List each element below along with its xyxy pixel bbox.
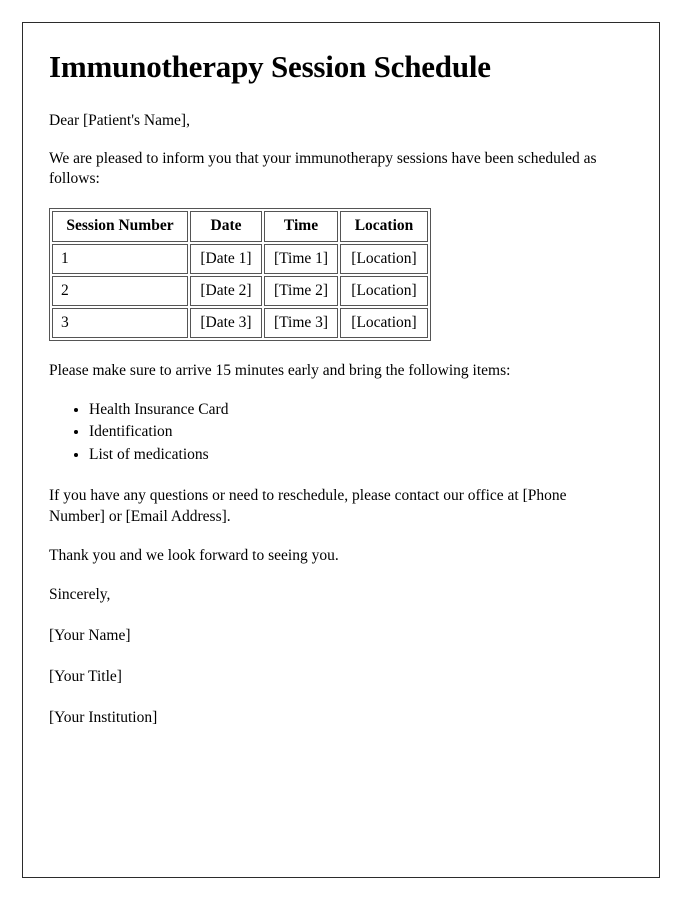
column-header-time: Time	[264, 211, 338, 242]
contact-paragraph: If you have any questions or need to res…	[49, 487, 567, 526]
cell-date: [Date 1]	[190, 243, 262, 274]
document-body: Immunotherapy Session Schedule Dear [Pat…	[23, 23, 659, 773]
cell-location: [Location]	[340, 243, 428, 274]
cell-location: [Location]	[340, 275, 428, 306]
column-header-session-number: Session Number	[52, 211, 188, 242]
table-header-row: Session Number Date Time Location	[52, 211, 428, 242]
instructions-paragraph: Please make sure to arrive 15 minutes ea…	[49, 361, 511, 379]
table-row: 2 [Date 2] [Time 2] [Location]	[52, 275, 428, 306]
cell-time: [Time 2]	[264, 275, 338, 306]
cell-location: [Location]	[340, 307, 428, 338]
table-row: 3 [Date 3] [Time 3] [Location]	[52, 307, 428, 338]
signoff: Sincerely,	[49, 586, 111, 604]
signature-name: [Your Name]	[49, 626, 131, 644]
page-title: Immunotherapy Session Schedule	[49, 49, 491, 84]
document-page: Immunotherapy Session Schedule Dear [Pat…	[22, 22, 660, 878]
column-header-date: Date	[190, 211, 262, 242]
intro-paragraph: We are pleased to inform you that your i…	[49, 149, 597, 188]
cell-session-number: 3	[52, 307, 188, 338]
list-item: List of medications	[89, 444, 635, 466]
list-item: Health Insurance Card	[89, 399, 635, 421]
cell-date: [Date 3]	[190, 307, 262, 338]
signature-institution: [Your Institution]	[49, 708, 158, 726]
cell-time: [Time 1]	[264, 243, 338, 274]
list-item: Identification	[89, 421, 635, 443]
table-row: 1 [Date 1] [Time 1] [Location]	[52, 243, 428, 274]
closing-paragraph: Thank you and we look forward to seeing …	[49, 547, 339, 565]
salutation: Dear [Patient's Name],	[49, 111, 190, 129]
table-header: Session Number Date Time Location	[52, 211, 428, 242]
cell-date: [Date 2]	[190, 275, 262, 306]
bring-items-list: Health Insurance Card Identification Lis…	[49, 399, 635, 466]
column-header-location: Location	[340, 211, 428, 242]
session-schedule-table: Session Number Date Time Location 1 [Dat…	[49, 208, 431, 341]
cell-session-number: 2	[52, 275, 188, 306]
signature-title: [Your Title]	[49, 667, 122, 685]
cell-time: [Time 3]	[264, 307, 338, 338]
cell-session-number: 1	[52, 243, 188, 274]
table-body: 1 [Date 1] [Time 1] [Location] 2 [Date 2…	[52, 243, 428, 338]
